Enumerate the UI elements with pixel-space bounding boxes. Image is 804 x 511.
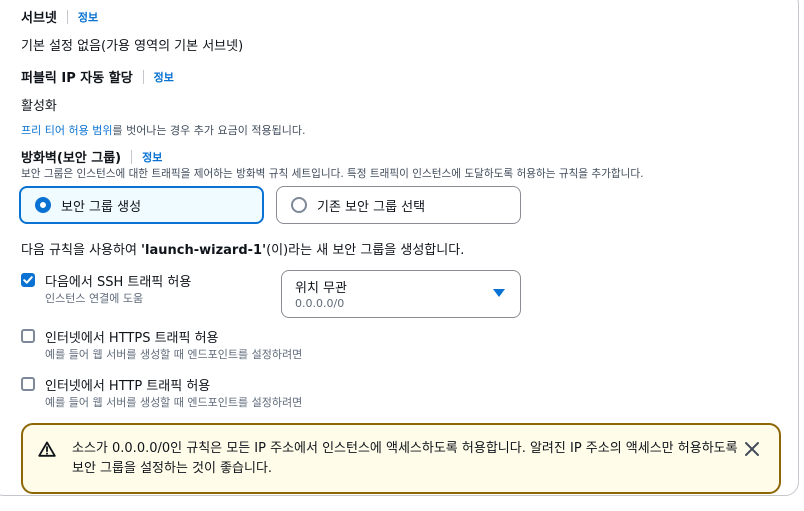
security-group-rule-sentence: 다음 규칙을 사용하여 'launch-wizard-1'(이)라는 새 보안 … — [21, 239, 464, 258]
firewall-description: 보안 그룹은 인스턴스에 대한 트래픽을 제어하는 방화벽 규칙 세트입니다. … — [21, 168, 644, 180]
firewall-info-link[interactable]: 정보 — [142, 149, 162, 165]
subnet-label: 서브넷 — [21, 11, 57, 26]
existing-security-group-label: 기존 보안 그룹 선택 — [317, 199, 426, 215]
radio-selected-icon — [35, 197, 51, 213]
radio-unselected-icon — [291, 197, 307, 213]
existing-security-group-option[interactable]: 기존 보안 그룹 선택 — [276, 186, 521, 224]
subnet-value: 기본 설정 없음(가용 영역의 기본 서브넷) — [21, 39, 244, 54]
caret-down-icon — [493, 289, 505, 297]
rule-suffix: (이)라는 새 보안 그룹을 생성합니다. — [266, 243, 465, 258]
public-ip-value: 활성화 — [21, 99, 57, 114]
http-rule-label: 인터넷에서 HTTP 트래픽 허용 — [45, 379, 211, 394]
subnet-heading: 서브넷 정보 — [21, 7, 98, 26]
ssh-rule-label: 다음에서 SSH 트래픽 허용 — [45, 275, 192, 290]
http-rule-description: 예를 들어 웹 서버를 생성할 때 엔드포인트를 설정하려면 — [45, 396, 303, 409]
free-tier-link[interactable]: 프리 티어 허용 범위 — [21, 124, 112, 137]
create-security-group-label: 보안 그룹 생성 — [61, 199, 142, 215]
warning-alert-text: 소스가 0.0.0.0/0인 규칙은 모든 IP 주소에서 인스턴스에 액세스하… — [72, 441, 738, 476]
public-ip-label: 퍼블릭 IP 자동 할당 — [21, 71, 133, 86]
https-rule-label: 인터넷에서 HTTPS 트래픽 허용 — [45, 331, 219, 346]
subnet-info-link[interactable]: 정보 — [78, 9, 98, 25]
ssh-checkbox[interactable] — [21, 273, 35, 287]
free-tier-note: 프리 티어 허용 범위를 벗어나는 경우 추가 요금이 적용됩니다. — [21, 122, 305, 138]
ssh-source-select[interactable]: 위치 무관 0.0.0.0/0 — [281, 270, 521, 318]
info-divider — [131, 149, 133, 164]
close-icon[interactable] — [743, 440, 761, 458]
firewall-label: 방화벽(보안 그룹) — [21, 151, 122, 166]
network-settings-content: 서브넷 정보 기본 설정 없음(가용 영역의 기본 서브넷) 퍼블릭 IP 자동… — [0, 0, 804, 511]
https-rule-description: 예를 들어 웹 서버를 생성할 때 엔드포인트를 설정하려면 — [45, 348, 303, 361]
rule-prefix: 다음 규칙을 사용하여 — [21, 243, 142, 258]
check-icon — [23, 276, 33, 284]
warning-icon — [38, 441, 56, 457]
create-security-group-option[interactable]: 보안 그룹 생성 — [19, 186, 264, 224]
ssh-source-value: 위치 무관 — [295, 281, 347, 296]
warning-alert: 소스가 0.0.0.0/0인 규칙은 모든 IP 주소에서 인스턴스에 액세스하… — [21, 423, 781, 494]
free-tier-note-text: 를 벗어나는 경우 추가 요금이 적용됩니다. — [112, 124, 306, 137]
ssh-source-cidr: 0.0.0.0/0 — [295, 297, 345, 310]
info-divider — [142, 69, 144, 84]
http-checkbox[interactable] — [21, 377, 35, 391]
security-group-name: 'launch-wizard-1' — [141, 243, 267, 258]
public-ip-info-link[interactable]: 정보 — [154, 69, 174, 85]
firewall-heading: 방화벽(보안 그룹) 정보 — [21, 147, 162, 166]
public-ip-heading: 퍼블릭 IP 자동 할당 정보 — [21, 67, 174, 86]
https-checkbox[interactable] — [21, 329, 35, 343]
ssh-rule-description: 인스턴스 연결에 도움 — [45, 292, 144, 305]
info-divider — [66, 9, 68, 24]
